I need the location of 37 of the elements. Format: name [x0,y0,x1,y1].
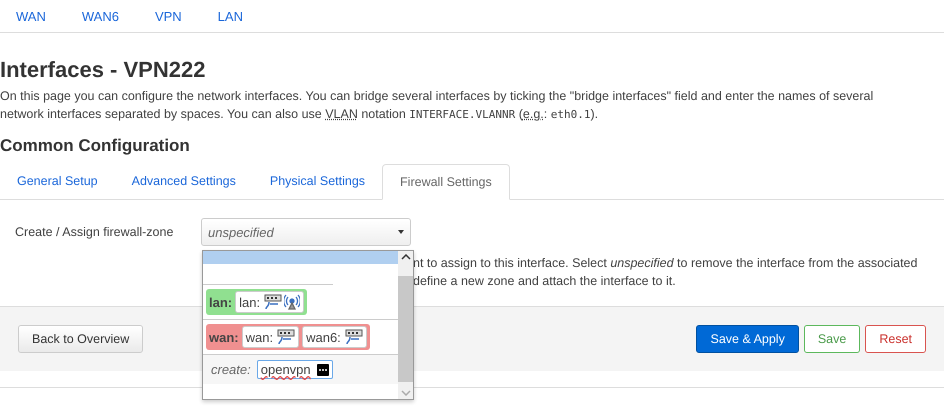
intro-paragraph: On this page you can configure the network interfaces. You can bridge several interfaces by ticking the "bridge interfaces" field and enter the names of several network interfaces separated by spaces. You can also use VLAN notation INTERFACE.VLANNR (e.g.: eth0.1). [0,88,874,123]
network-chip: wan6: [302,326,367,348]
scroll-up-icon[interactable] [400,254,410,260]
zone-name-input[interactable]: openvpn [256,360,333,379]
zone-option[interactable]: lan: lan: [206,289,308,315]
field-description: nt to assign to this interface. Select unspecified to remove the interface from the associated [413,255,918,272]
section-tab[interactable]: Firewall Settings [382,164,510,200]
more-icon [316,364,329,376]
nav-tab[interactable]: WAN6 [72,8,129,24]
section-title: Common Configuration [0,136,191,156]
ethernet-port-icon [277,329,296,345]
create-label: create: [211,362,251,377]
page-title: Interfaces - VPN222 [0,57,206,83]
section-tab[interactable]: Physical Settings [252,164,382,199]
field-label: Create / Assign firewall-zone [15,225,174,239]
zone-name: wan: [209,330,239,344]
zone-name: lan: [209,294,232,310]
section-tab[interactable]: General Setup [0,164,115,199]
ethernet-port-icon [344,329,363,345]
wireless-icon [284,294,300,310]
nav-tab[interactable]: LAN [208,8,253,24]
zone-select[interactable]: unspecified [201,218,411,246]
save-apply-button[interactable]: Save & Apply [696,325,799,353]
nav-tab[interactable]: VPN [144,8,192,24]
field-description: define a new zone and attach the interface to it. [413,273,677,290]
zone-option[interactable]: wan: wan: wan6: [206,324,370,350]
back-button[interactable]: Back to Overview [18,325,144,353]
scrollbar[interactable] [398,251,413,399]
nav-tab[interactable]: WAN [6,8,56,24]
save-button[interactable]: Save [804,325,860,353]
section-tab[interactable]: Advanced Settings [114,164,253,199]
reset-button[interactable]: Reset [865,325,926,353]
network-chip: lan: [235,291,304,313]
scroll-down-icon[interactable] [400,390,410,396]
ethernet-port-icon [264,294,282,310]
network-chip: wan: [242,326,300,348]
caret-icon [398,230,404,234]
